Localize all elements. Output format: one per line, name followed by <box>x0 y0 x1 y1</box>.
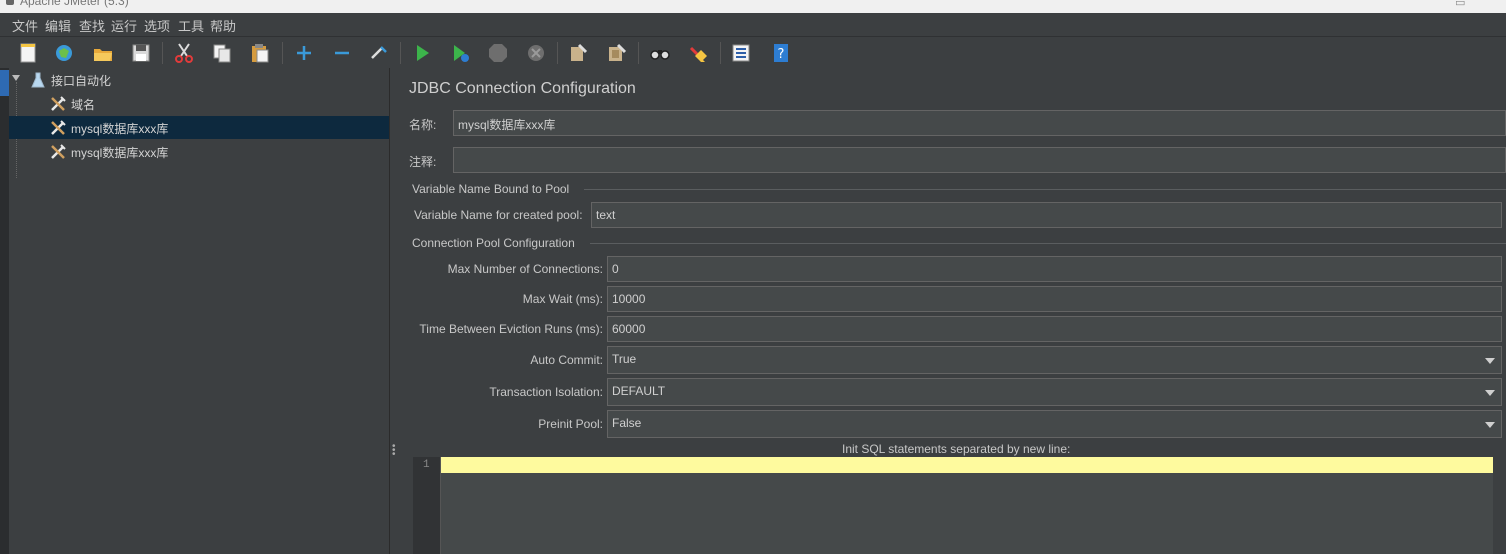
preinit-pool-select[interactable]: False <box>607 410 1502 438</box>
jdbc-config-panel: JDBC Connection Configuration 名称: mysql数… <box>398 68 1506 554</box>
clear-all-icon[interactable] <box>605 41 629 65</box>
open-icon[interactable] <box>91 41 115 65</box>
toolbar-separator <box>162 42 163 64</box>
menu-options[interactable]: 选项 <box>144 16 170 35</box>
toggle-icon[interactable] <box>367 41 391 65</box>
menu-edit[interactable]: 编辑 <box>45 16 71 35</box>
start-no-pause-icon[interactable] <box>448 41 472 65</box>
section-title-pool-variable: Variable Name Bound to Pool <box>412 182 570 196</box>
pool-variable-label: Variable Name for created pool: <box>414 208 583 222</box>
auto-commit-select[interactable]: True <box>607 346 1502 374</box>
svg-text:?: ? <box>778 47 785 62</box>
edge-highlight <box>0 70 9 96</box>
section-divider <box>584 189 1506 190</box>
drag-handle-icon[interactable]: • • • <box>392 442 396 460</box>
app-icon <box>6 0 14 5</box>
eviction-runs-field[interactable]: 60000 <box>607 316 1502 342</box>
toolbar-separator <box>400 42 401 64</box>
config-element-icon <box>49 143 67 164</box>
auto-commit-label: Auto Commit: <box>530 353 603 367</box>
function-helper-icon[interactable] <box>729 41 753 65</box>
menu-bar: 文件 编辑 查找 运行 选项 工具 帮助 <box>0 13 1506 37</box>
toolbar-separator <box>557 42 558 64</box>
expand-icon[interactable] <box>292 41 316 65</box>
page-title: JDBC Connection Configuration <box>409 80 636 97</box>
toolbar: ? <box>0 37 1506 69</box>
window-edge <box>0 68 9 554</box>
max-wait-label: Max Wait (ms): <box>522 292 603 306</box>
collapse-icon[interactable] <box>330 41 354 65</box>
tree-item-domain[interactable]: 域名 <box>9 92 389 115</box>
cut-icon[interactable] <box>172 41 196 65</box>
start-icon[interactable] <box>410 41 434 65</box>
tree-root[interactable]: 接口自动化 <box>9 68 389 91</box>
name-field[interactable]: mysql数据库xxx库 <box>453 110 1506 136</box>
section-divider <box>590 243 1506 244</box>
chevron-down-icon[interactable] <box>1485 422 1495 428</box>
name-label: 名称: <box>409 118 437 132</box>
max-connections-label: Max Number of Connections: <box>447 262 603 276</box>
chevron-down-icon[interactable] <box>1485 390 1495 396</box>
section-title-pool-config: Connection Pool Configuration <box>412 236 575 250</box>
help-icon[interactable]: ? <box>769 41 793 65</box>
config-element-icon <box>49 95 67 116</box>
transaction-isolation-select[interactable]: DEFAULT <box>607 378 1502 406</box>
minimize-icon[interactable]: ▭ <box>1455 0 1465 9</box>
menu-help[interactable]: 帮助 <box>210 16 236 35</box>
window-title: Apache JMeter (5.3) <box>20 0 129 8</box>
templates-icon[interactable] <box>52 41 76 65</box>
tree-item-label: mysql数据库xxx库 <box>71 122 169 136</box>
auto-commit-value: True <box>612 352 637 366</box>
comment-label: 注释: <box>409 155 437 169</box>
tree-root-label: 接口自动化 <box>51 74 112 88</box>
menu-run[interactable]: 运行 <box>111 16 137 35</box>
preinit-pool-value: False <box>612 416 642 430</box>
menu-tools[interactable]: 工具 <box>178 16 204 35</box>
toolbar-separator <box>282 42 283 64</box>
editor-text-area[interactable] <box>441 473 1493 554</box>
copy-icon[interactable] <box>210 41 234 65</box>
save-icon[interactable] <box>129 41 153 65</box>
search-icon[interactable] <box>648 41 672 65</box>
test-plan-icon <box>31 72 45 91</box>
transaction-isolation-label: Transaction Isolation: <box>489 385 603 399</box>
chevron-down-icon[interactable] <box>12 75 20 81</box>
menu-search[interactable]: 查找 <box>79 16 105 35</box>
shutdown-icon[interactable] <box>524 41 548 65</box>
pool-variable-field[interactable]: text <box>591 202 1502 228</box>
line-number: 1 <box>423 459 430 471</box>
tree-item-label: mysql数据库xxx库 <box>71 146 169 160</box>
title-bar: Apache JMeter (5.3) ▭ <box>0 0 1506 13</box>
eviction-runs-label: Time Between Eviction Runs (ms): <box>419 322 603 336</box>
paste-icon[interactable] <box>248 41 272 65</box>
config-element-icon <box>49 119 67 140</box>
stop-icon[interactable] <box>486 41 510 65</box>
toolbar-separator <box>720 42 721 64</box>
new-icon[interactable] <box>16 41 40 65</box>
line-number-gutter: 1 <box>413 457 441 554</box>
init-sql-label: Init SQL statements separated by new lin… <box>842 442 1071 456</box>
current-line-highlight[interactable] <box>441 457 1493 473</box>
tree-item-mysql[interactable]: mysql数据库xxx库 <box>9 140 389 163</box>
max-wait-field[interactable]: 10000 <box>607 286 1502 312</box>
tree-item-mysql-selected[interactable]: mysql数据库xxx库 <box>9 116 389 139</box>
reset-search-icon[interactable] <box>686 41 710 65</box>
clear-icon[interactable] <box>566 41 590 65</box>
transaction-isolation-value: DEFAULT <box>612 384 666 398</box>
preinit-pool-label: Preinit Pool: <box>538 417 603 431</box>
tree-item-label: 域名 <box>71 98 96 112</box>
split-pane-divider[interactable]: • • • <box>390 68 398 554</box>
max-connections-field[interactable]: 0 <box>607 256 1502 282</box>
menu-file[interactable]: 文件 <box>12 16 38 35</box>
toolbar-separator <box>638 42 639 64</box>
test-plan-tree: 接口自动化 域名 mysql数据库xxx库 mysql数据库xxx库 <box>9 68 390 554</box>
chevron-down-icon[interactable] <box>1485 358 1495 364</box>
comment-field[interactable] <box>453 147 1506 173</box>
init-sql-editor[interactable]: 1 <box>413 457 1493 554</box>
